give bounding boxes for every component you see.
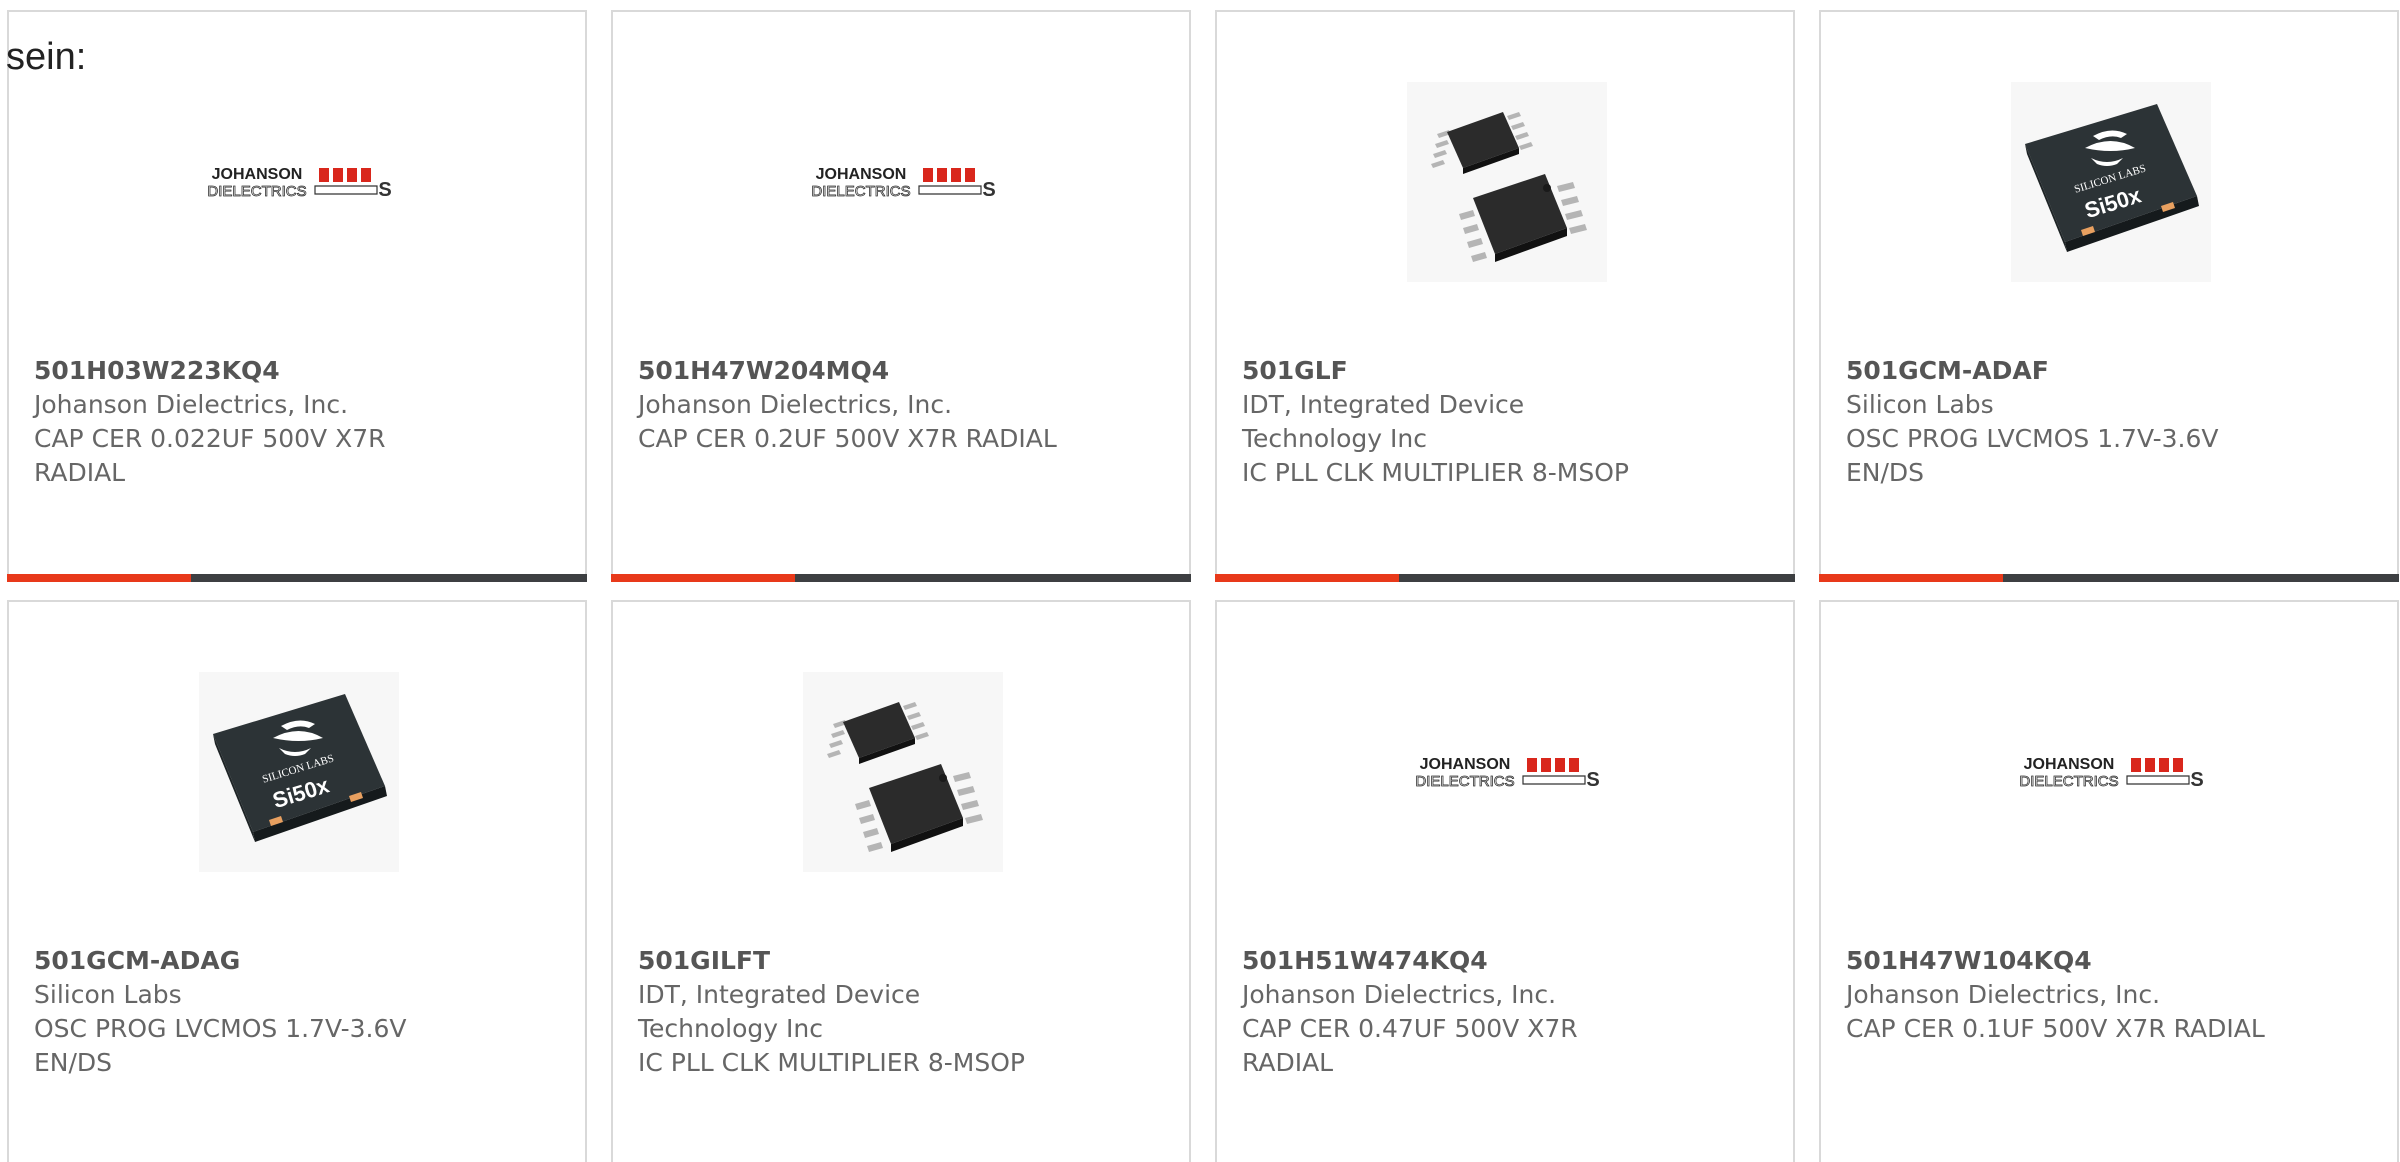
manufacturer: Johanson Dielectrics, Inc. <box>1242 980 1557 1009</box>
johanson-logo-icon: JOHANSON DIELECTRICS S <box>2019 756 2204 791</box>
manufacturer: Silicon Labs <box>1846 390 1994 419</box>
description-continued: RADIAL <box>1242 1048 1334 1077</box>
svg-text:S: S <box>1586 769 1599 791</box>
description-continued: EN/DS <box>34 1048 113 1077</box>
product-card[interactable]: SILICON LABS Si50x 501GCM-ADAG Silicon L… <box>7 600 587 1162</box>
manufacturer: Johanson Dielectrics, Inc. <box>34 390 349 419</box>
manufacturer: Silicon Labs <box>34 980 182 1009</box>
svg-text:DIELECTRICS: DIELECTRICS <box>207 183 306 200</box>
product-image[interactable]: JOHANSON DIELECTRICS S <box>803 82 1003 282</box>
manufacturer: IDT, Integrated Device <box>638 980 921 1009</box>
manufacturer-continued: Technology Inc <box>638 1014 823 1043</box>
svg-text:JOHANSON: JOHANSON <box>1420 756 1511 773</box>
part-number[interactable]: 501H03W223KQ4 <box>34 354 504 388</box>
product-card[interactable]: JOHANSON DIELECTRICS S 501H51W474KQ4 Joh… <box>1215 600 1795 1162</box>
johanson-logo-icon: JOHANSON DIELECTRICS S <box>1415 756 1600 791</box>
description-continued: EN/DS <box>1846 458 1925 487</box>
svg-text:S: S <box>378 179 391 201</box>
part-number[interactable]: 501GCM-ADAF <box>1846 354 2316 388</box>
part-number[interactable]: 501H47W204MQ4 <box>638 354 1108 388</box>
product-card[interactable]: SILICON LABS Si50x 501GCM-ADAF Silicon L… <box>1819 10 2399 582</box>
manufacturer: Johanson Dielectrics, Inc. <box>1846 980 2161 1009</box>
description: CAP CER 0.1UF 500V X7R RADIAL <box>1846 1014 2265 1043</box>
svg-text:DIELECTRICS: DIELECTRICS <box>1415 773 1514 790</box>
product-card[interactable]: 501GLF IDT, Integrated Device Technology… <box>1215 10 1795 582</box>
product-card[interactable]: JOHANSON DIELECTRICS S 501H47W204MQ4 Joh… <box>611 10 1191 582</box>
description: CAP CER 0.2UF 500V X7R RADIAL <box>638 424 1057 453</box>
svg-text:JOHANSON: JOHANSON <box>2024 756 2115 773</box>
svg-text:DIELECTRICS: DIELECTRICS <box>2019 773 2118 790</box>
manufacturer-continued: Technology Inc <box>1242 424 1427 453</box>
product-card[interactable]: JOHANSON DIELECTRICS S 501H47W104KQ4 Joh… <box>1819 600 2399 1162</box>
part-number[interactable]: 501H47W104KQ4 <box>1846 944 2316 978</box>
description: OSC PROG LVCMOS 1.7V-3.6V <box>1846 424 2219 453</box>
svg-text:S: S <box>2190 769 2203 791</box>
description: IC PLL CLK MULTIPLIER 8-MSOP <box>638 1048 1025 1077</box>
description: IC PLL CLK MULTIPLIER 8-MSOP <box>1242 458 1629 487</box>
product-image[interactable]: SILICON LABS Si50x <box>2011 82 2211 282</box>
card-accent-bar <box>611 574 1191 582</box>
svg-text:DIELECTRICS: DIELECTRICS <box>811 183 910 200</box>
product-image[interactable] <box>803 672 1003 872</box>
page: sein: JOHANSON DIELECTRICS S 501H03W223K… <box>0 0 2400 1162</box>
description: OSC PROG LVCMOS 1.7V-3.6V <box>34 1014 407 1043</box>
description-continued: RADIAL <box>34 458 126 487</box>
prefix-text: sein: <box>6 36 87 78</box>
manufacturer: Johanson Dielectrics, Inc. <box>638 390 953 419</box>
card-accent-bar <box>1215 574 1795 582</box>
description: CAP CER 0.022UF 500V X7R <box>34 424 386 453</box>
si50x-chip-icon: SILICON LABS Si50x <box>199 672 399 872</box>
product-image[interactable]: JOHANSON DIELECTRICS S <box>1407 672 1607 872</box>
johanson-logo-icon: JOHANSON DIELECTRICS S <box>207 166 392 201</box>
msop-chip-icon <box>1407 82 1607 282</box>
manufacturer: IDT, Integrated Device <box>1242 390 1525 419</box>
product-image[interactable]: SILICON LABS Si50x <box>199 672 399 872</box>
si50x-chip-icon: SILICON LABS Si50x <box>2011 82 2211 282</box>
svg-text:JOHANSON: JOHANSON <box>212 166 303 183</box>
product-image[interactable] <box>1407 82 1607 282</box>
part-number[interactable]: 501GCM-ADAG <box>34 944 504 978</box>
msop-chip-icon <box>803 672 1003 872</box>
svg-text:JOHANSON: JOHANSON <box>816 166 907 183</box>
product-image[interactable]: JOHANSON DIELECTRICS S <box>199 82 399 282</box>
product-card[interactable]: 501GILFT IDT, Integrated Device Technolo… <box>611 600 1191 1162</box>
part-number[interactable]: 501GILFT <box>638 944 1108 978</box>
card-accent-bar <box>1819 574 2399 582</box>
product-card[interactable]: JOHANSON DIELECTRICS S 501H03W223KQ4 Joh… <box>7 10 587 582</box>
johanson-logo-icon: JOHANSON DIELECTRICS S <box>811 166 996 201</box>
product-image[interactable]: JOHANSON DIELECTRICS S <box>2011 672 2211 872</box>
part-number[interactable]: 501H51W474KQ4 <box>1242 944 1712 978</box>
description: CAP CER 0.47UF 500V X7R <box>1242 1014 1578 1043</box>
part-number[interactable]: 501GLF <box>1242 354 1712 388</box>
svg-text:S: S <box>982 179 995 201</box>
card-accent-bar <box>7 574 587 582</box>
